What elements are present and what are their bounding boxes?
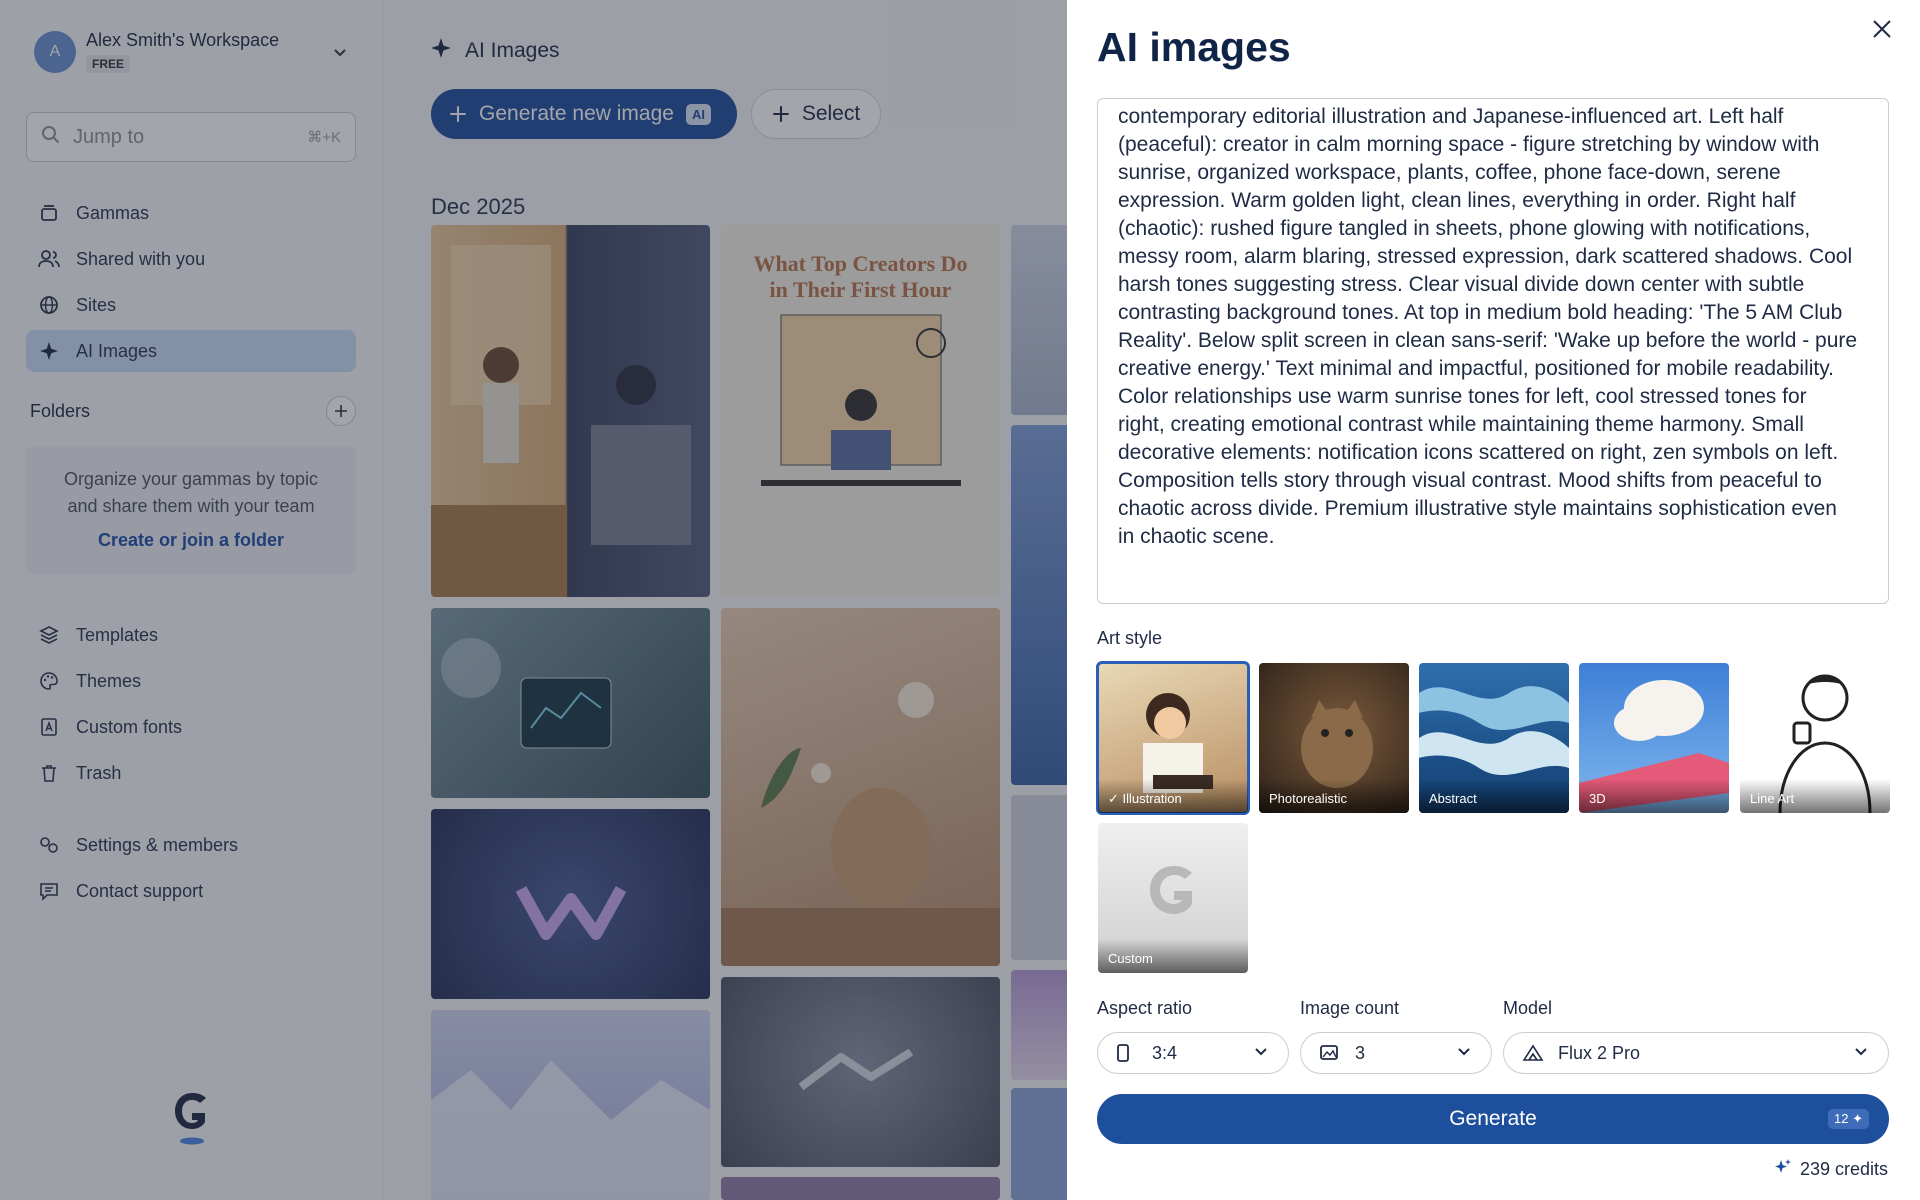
portrait-icon <box>1116 1043 1138 1063</box>
art-style-label: Art style <box>1097 628 1163 648</box>
credits-text: 239 credits <box>1799 1159 1888 1179</box>
model-value: Flux 2 Pro <box>1558 1042 1641 1063</box>
generate-button[interactable]: Generate 12 ✦ <box>1097 1094 1889 1144</box>
style-line-art[interactable]: Line Art <box>1740 663 1890 813</box>
style-custom[interactable]: Custom <box>1098 823 1248 973</box>
model-select[interactable]: Flux 2 Pro <box>1503 1032 1889 1074</box>
modal-backdrop[interactable] <box>0 0 1067 1200</box>
style-illustration[interactable]: ✓ Illustration <box>1096 661 1250 815</box>
style-abstract[interactable]: Abstract <box>1419 663 1569 813</box>
images-icon <box>1319 1044 1341 1062</box>
aspect-ratio-label: Aspect ratio <box>1097 998 1193 1018</box>
style-photorealistic[interactable]: Photorealistic <box>1259 663 1409 813</box>
button-label: Generate <box>1449 1107 1537 1130</box>
aspect-ratio-value: 3:4 <box>1152 1042 1178 1063</box>
model-label: Model <box>1503 998 1553 1018</box>
image-count-value: 3 <box>1355 1042 1366 1063</box>
close-icon[interactable] <box>1871 18 1897 44</box>
chevron-down-icon <box>1455 1042 1473 1065</box>
model-icon <box>1522 1044 1544 1062</box>
style-3d[interactable]: 3D <box>1579 663 1729 813</box>
panel-title: AI images <box>1097 24 1291 70</box>
chevron-down-icon <box>1252 1042 1270 1065</box>
prompt-textarea[interactable]: ​ contemporary editorial illustration an… <box>1097 98 1889 604</box>
image-count-select[interactable]: 3 <box>1300 1032 1492 1074</box>
prompt-text: ​ contemporary editorial illustration an… <box>1118 105 1858 548</box>
sparkle-icon <box>1774 1158 1792 1181</box>
credits-display[interactable]: 239 credits <box>1774 1158 1888 1181</box>
aspect-ratio-select[interactable]: 3:4 <box>1097 1032 1289 1074</box>
check-icon: ✓ <box>1108 791 1123 806</box>
ai-images-panel: AI images ​ contemporary editorial illus… <box>1067 0 1920 1200</box>
image-count-label: Image count <box>1300 998 1400 1018</box>
chevron-down-icon <box>1852 1042 1870 1065</box>
credit-cost-badge: 12 ✦ <box>1828 1109 1869 1129</box>
